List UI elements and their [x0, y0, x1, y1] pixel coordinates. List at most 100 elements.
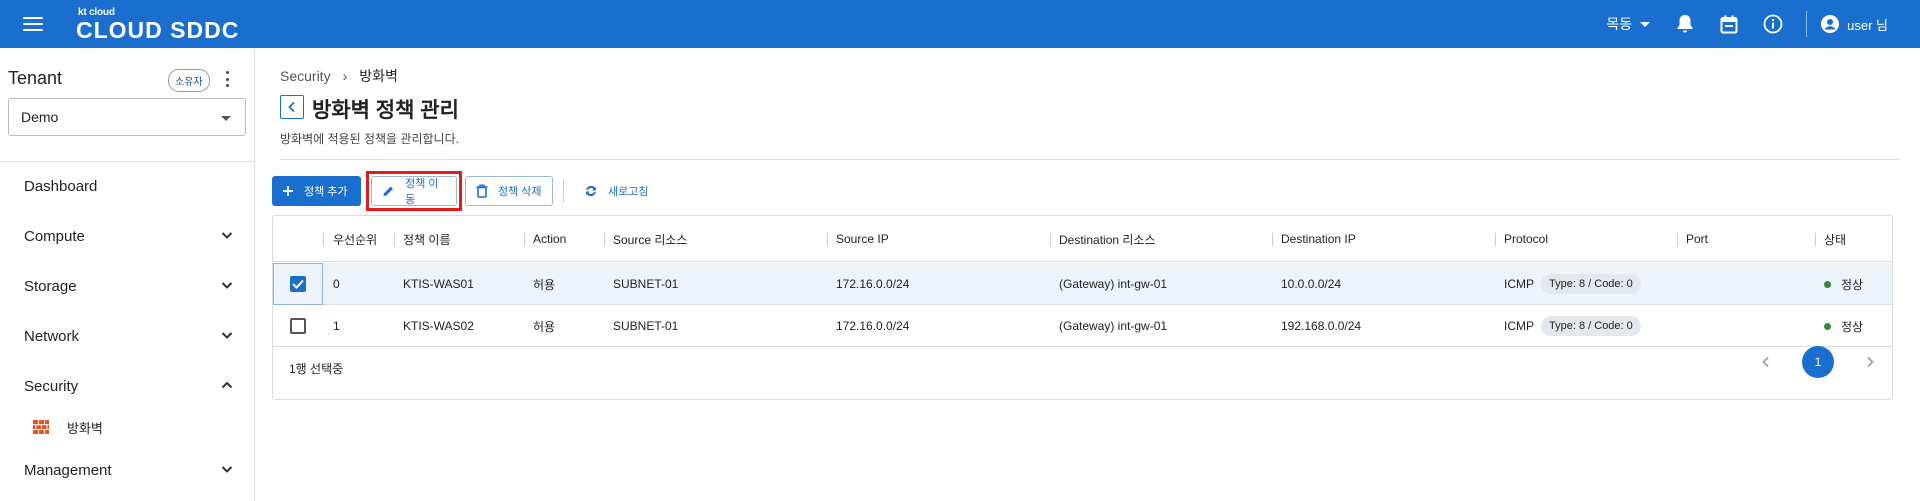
tenant-select[interactable]: Demo — [8, 98, 246, 136]
chevron-up-icon — [221, 381, 233, 389]
page-description: 방화벽에 적용된 정책을 관리합니다. — [280, 132, 459, 146]
page-number-button[interactable]: 1 — [1802, 346, 1834, 378]
cell-source-resource: SUBNET-01 — [613, 319, 679, 333]
status-dot-icon — [1824, 322, 1831, 330]
row-checkbox-cell[interactable] — [273, 305, 323, 347]
firewall-icon — [33, 420, 49, 434]
column-separator — [394, 233, 395, 246]
sidebar-item-management[interactable]: Management — [24, 458, 234, 482]
column-separator — [1677, 233, 1678, 246]
policy-table: 우선순위 정책 이름 Action Source 리소스 Source IP D… — [272, 215, 1893, 400]
row-checkbox[interactable] — [290, 318, 306, 334]
column-separator — [524, 233, 525, 246]
sidebar-item-label: Compute — [24, 227, 85, 245]
sidebar-item-security[interactable]: Security — [24, 374, 234, 398]
cell-policy-name: KTIS-WAS01 — [403, 277, 474, 291]
cell-action: 허용 — [533, 319, 556, 334]
caret-down-icon — [221, 116, 231, 121]
sidebar-item-label: Management — [24, 461, 112, 479]
tenant-select-value: Demo — [21, 109, 59, 125]
cell-destination-ip: 192.168.0.0/24 — [1281, 319, 1362, 333]
chevron-down-icon — [221, 332, 233, 339]
sidebar-item-storage[interactable]: Storage — [24, 274, 234, 298]
sidebar-divider — [0, 161, 255, 162]
selection-count: 1행 선택중 — [289, 362, 344, 376]
cell-source-resource: SUBNET-01 — [613, 277, 679, 291]
add-policy-label: 정책 추가 — [304, 186, 348, 198]
cell-action: 허용 — [533, 277, 556, 292]
top-app-bar: kt cloud CLOUD SDDC 목동 user 님 — [0, 0, 1920, 48]
status-label: 정상 — [1841, 319, 1864, 334]
chevron-right-icon — [1867, 356, 1874, 368]
add-policy-button[interactable]: 정책 추가 — [272, 176, 361, 206]
breadcrumb: Security › 방화벽 — [280, 66, 398, 86]
column-header-destination-ip[interactable]: Destination IP — [1281, 216, 1356, 262]
page-title: 방화벽 정책 관리 — [312, 99, 459, 122]
refresh-button[interactable]: 새로고침 — [574, 176, 658, 206]
delete-policy-label: 정책 삭제 — [498, 186, 542, 198]
move-policy-button[interactable]: 정책 이동 — [371, 176, 457, 206]
column-header-source-resource[interactable]: Source 리소스 — [613, 216, 687, 262]
column-header-priority[interactable]: 우선순위 — [333, 216, 377, 262]
topbar-divider — [1806, 11, 1808, 37]
pagination: 1 — [1756, 346, 1880, 378]
prev-page-button[interactable] — [1756, 352, 1776, 372]
table-row[interactable]: 0 KTIS-WAS01 허용 SUBNET-01 172.16.0.0/24 … — [273, 263, 1892, 305]
bell-icon[interactable] — [1674, 13, 1696, 35]
logo[interactable]: kt cloud CLOUD SDDC — [76, 4, 246, 44]
user-name: user 님 — [1847, 17, 1888, 33]
column-header-source-ip[interactable]: Source IP — [836, 216, 889, 262]
info-icon[interactable] — [1762, 13, 1784, 35]
column-separator — [1495, 233, 1496, 246]
column-header-policy-name[interactable]: 정책 이름 — [403, 216, 451, 262]
owner-badge[interactable]: 소유자 — [168, 69, 210, 92]
column-header-protocol[interactable]: Protocol — [1504, 216, 1548, 262]
tenant-title: Tenant — [8, 68, 63, 88]
more-vert-icon[interactable] — [226, 71, 230, 87]
column-separator — [1272, 233, 1273, 246]
delete-policy-button[interactable]: 정책 삭제 — [465, 176, 553, 206]
cell-destination-ip: 10.0.0.0/24 — [1281, 277, 1342, 291]
cell-priority: 0 — [333, 277, 340, 291]
cell-destination-resource: (Gateway) int-gw-01 — [1059, 319, 1168, 333]
calendar-icon[interactable] — [1718, 13, 1740, 35]
row-checkbox[interactable] — [290, 276, 306, 292]
header-divider — [280, 159, 1900, 160]
sidebar-item-dashboard[interactable]: Dashboard — [24, 174, 234, 198]
plus-icon — [283, 186, 293, 196]
column-header-port[interactable]: Port — [1686, 216, 1708, 262]
column-header-destination-resource[interactable]: Destination 리소스 — [1059, 216, 1156, 262]
sidebar-item-firewall[interactable]: 방화벽 — [33, 416, 223, 438]
protocol-type-chip: Type: 8 / Code: 0 — [1541, 274, 1641, 294]
cell-protocol: ICMP Type: 8 / Code: 0 — [1504, 263, 1641, 305]
cell-source-ip: 172.16.0.0/24 — [836, 277, 910, 291]
back-button[interactable] — [280, 95, 304, 119]
column-separator — [1050, 233, 1051, 246]
column-separator — [1815, 233, 1816, 246]
protocol-label: ICMP — [1504, 277, 1534, 291]
column-header-action[interactable]: Action — [533, 216, 566, 262]
row-checkbox-cell[interactable] — [273, 263, 323, 305]
cell-status: 정상 — [1824, 263, 1863, 305]
protocol-type-chip: Type: 8 / Code: 0 — [1541, 316, 1641, 336]
protocol-label: ICMP — [1504, 319, 1534, 333]
move-policy-label: 정책 이동 — [405, 178, 439, 206]
column-separator — [604, 233, 605, 246]
breadcrumb-current: 방화벽 — [359, 68, 398, 84]
sidebar-item-label: Dashboard — [24, 177, 98, 195]
menu-icon[interactable] — [23, 17, 43, 31]
account-icon — [1821, 15, 1840, 33]
sidebar-item-network[interactable]: Network — [24, 324, 234, 348]
breadcrumb-parent[interactable]: Security — [280, 68, 331, 84]
pencil-icon — [383, 186, 393, 197]
table-row[interactable]: 1 KTIS-WAS02 허용 SUBNET-01 172.16.0.0/24 … — [273, 305, 1892, 347]
column-header-status[interactable]: 상태 — [1824, 216, 1846, 262]
cell-protocol: ICMP Type: 8 / Code: 0 — [1504, 305, 1641, 347]
cell-priority: 1 — [333, 319, 340, 333]
user-menu[interactable]: user 님 — [1821, 15, 1888, 34]
next-page-button[interactable] — [1860, 352, 1880, 372]
chevron-down-icon — [221, 282, 233, 289]
region-selector[interactable]: 목동 — [1606, 14, 1651, 34]
logo-cloud-sddc: CLOUD SDDC — [76, 17, 240, 43]
sidebar-item-compute[interactable]: Compute — [24, 224, 234, 248]
